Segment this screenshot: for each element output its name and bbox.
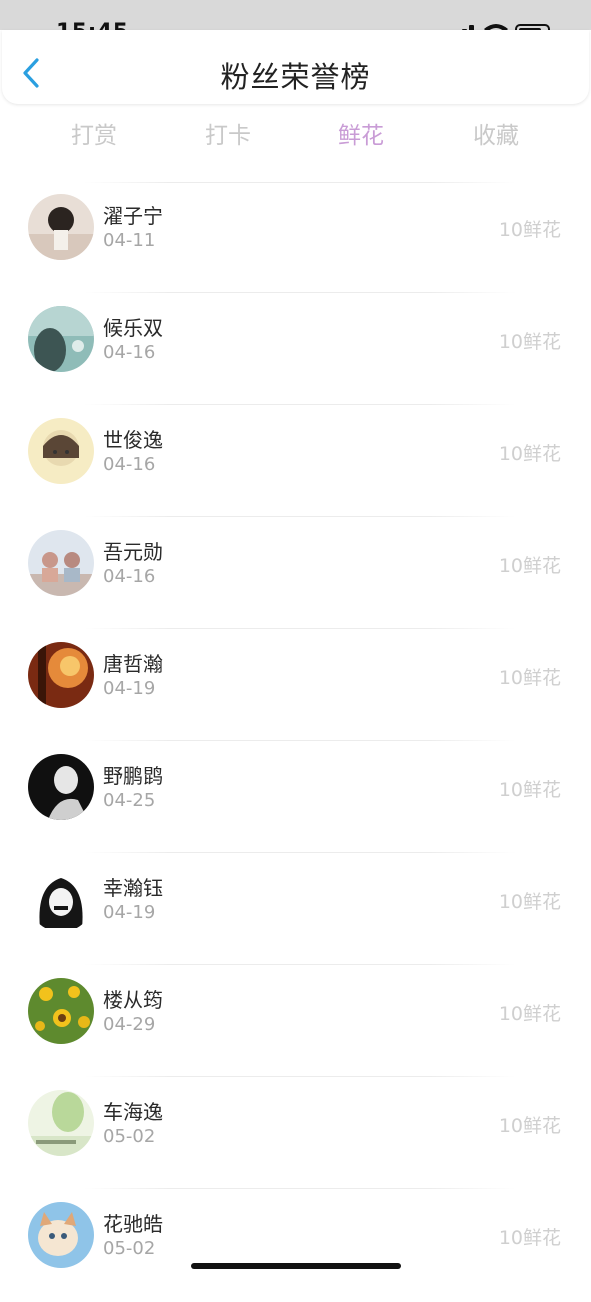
divider bbox=[84, 404, 516, 405]
avatar bbox=[28, 530, 94, 596]
flower-count: 10鲜花 bbox=[498, 779, 561, 801]
avatar bbox=[28, 1090, 94, 1156]
fan-name: 楼从筠 bbox=[103, 988, 163, 1012]
avatar bbox=[28, 978, 94, 1044]
avatar bbox=[28, 1202, 94, 1268]
fan-name: 花驰皓 bbox=[103, 1212, 163, 1236]
fan-date: 04-25 bbox=[103, 790, 156, 811]
avatar bbox=[28, 754, 94, 820]
fan-name: 候乐双 bbox=[103, 316, 163, 340]
flower-count: 10鲜花 bbox=[498, 331, 561, 353]
fan-date: 04-19 bbox=[103, 678, 156, 699]
fan-name: 世俊逸 bbox=[103, 428, 163, 452]
fan-name: 野鹏鹍 bbox=[103, 764, 163, 788]
tab-reward[interactable]: 打赏 bbox=[39, 116, 149, 150]
list-item[interactable]: 濯子宁 04-11 10鲜花 bbox=[0, 182, 591, 294]
divider bbox=[84, 852, 516, 853]
flower-count: 10鲜花 bbox=[498, 443, 561, 465]
fan-name: 车海逸 bbox=[103, 1100, 163, 1124]
list-item[interactable]: 幸瀚钰 04-19 10鲜花 bbox=[0, 854, 591, 966]
fan-name: 濯子宁 bbox=[103, 204, 163, 228]
tab-checkin[interactable]: 打卡 bbox=[173, 116, 283, 150]
list-item[interactable]: 车海逸 05-02 10鲜花 bbox=[0, 1078, 591, 1190]
avatar bbox=[28, 194, 94, 260]
tab-bar: 打赏 打卡 鲜花 收藏 bbox=[0, 116, 591, 156]
divider bbox=[84, 1188, 516, 1189]
divider bbox=[84, 1076, 516, 1077]
list-item[interactable]: 野鹏鹍 04-25 10鲜花 bbox=[0, 742, 591, 854]
fan-date: 04-16 bbox=[103, 342, 156, 363]
fan-name: 唐哲瀚 bbox=[103, 652, 163, 676]
list-item[interactable]: 候乐双 04-16 10鲜花 bbox=[0, 294, 591, 406]
divider bbox=[84, 292, 516, 293]
flower-count: 10鲜花 bbox=[498, 1115, 561, 1137]
fan-date: 04-11 bbox=[103, 230, 156, 251]
flower-count: 10鲜花 bbox=[498, 1227, 561, 1249]
avatar bbox=[28, 642, 94, 708]
flower-count: 10鲜花 bbox=[498, 667, 561, 689]
fan-name: 吾元勋 bbox=[103, 540, 163, 564]
avatar bbox=[28, 866, 94, 932]
home-indicator bbox=[191, 1263, 401, 1269]
fan-date: 05-02 bbox=[103, 1126, 156, 1147]
page-title: 粉丝荣誉榜 bbox=[220, 60, 371, 94]
divider bbox=[84, 964, 516, 965]
fan-date: 05-02 bbox=[103, 1238, 156, 1259]
fan-date: 04-19 bbox=[103, 902, 156, 923]
list-item[interactable]: 花驰皓 05-02 10鲜花 bbox=[0, 1190, 591, 1302]
divider bbox=[84, 740, 516, 741]
divider bbox=[84, 516, 516, 517]
list-item[interactable]: 唐哲瀚 04-19 10鲜花 bbox=[0, 630, 591, 742]
divider bbox=[84, 628, 516, 629]
fan-name: 幸瀚钰 bbox=[103, 876, 163, 900]
flower-count: 10鲜花 bbox=[498, 891, 561, 913]
list-item[interactable]: 吾元勋 04-16 10鲜花 bbox=[0, 518, 591, 630]
fan-date: 04-16 bbox=[103, 566, 156, 587]
flower-count: 10鲜花 bbox=[498, 219, 561, 241]
tab-favorites[interactable]: 收藏 bbox=[441, 116, 551, 150]
list-item[interactable]: 世俊逸 04-16 10鲜花 bbox=[0, 406, 591, 518]
flower-count: 10鲜花 bbox=[498, 555, 561, 577]
avatar bbox=[28, 306, 94, 372]
fan-date: 04-29 bbox=[103, 1014, 156, 1035]
flower-count: 10鲜花 bbox=[498, 1003, 561, 1025]
fan-date: 04-16 bbox=[103, 454, 156, 475]
avatar bbox=[28, 418, 94, 484]
list-item[interactable]: 楼从筠 04-29 10鲜花 bbox=[0, 966, 591, 1078]
tab-flowers[interactable]: 鲜花 bbox=[306, 116, 416, 150]
